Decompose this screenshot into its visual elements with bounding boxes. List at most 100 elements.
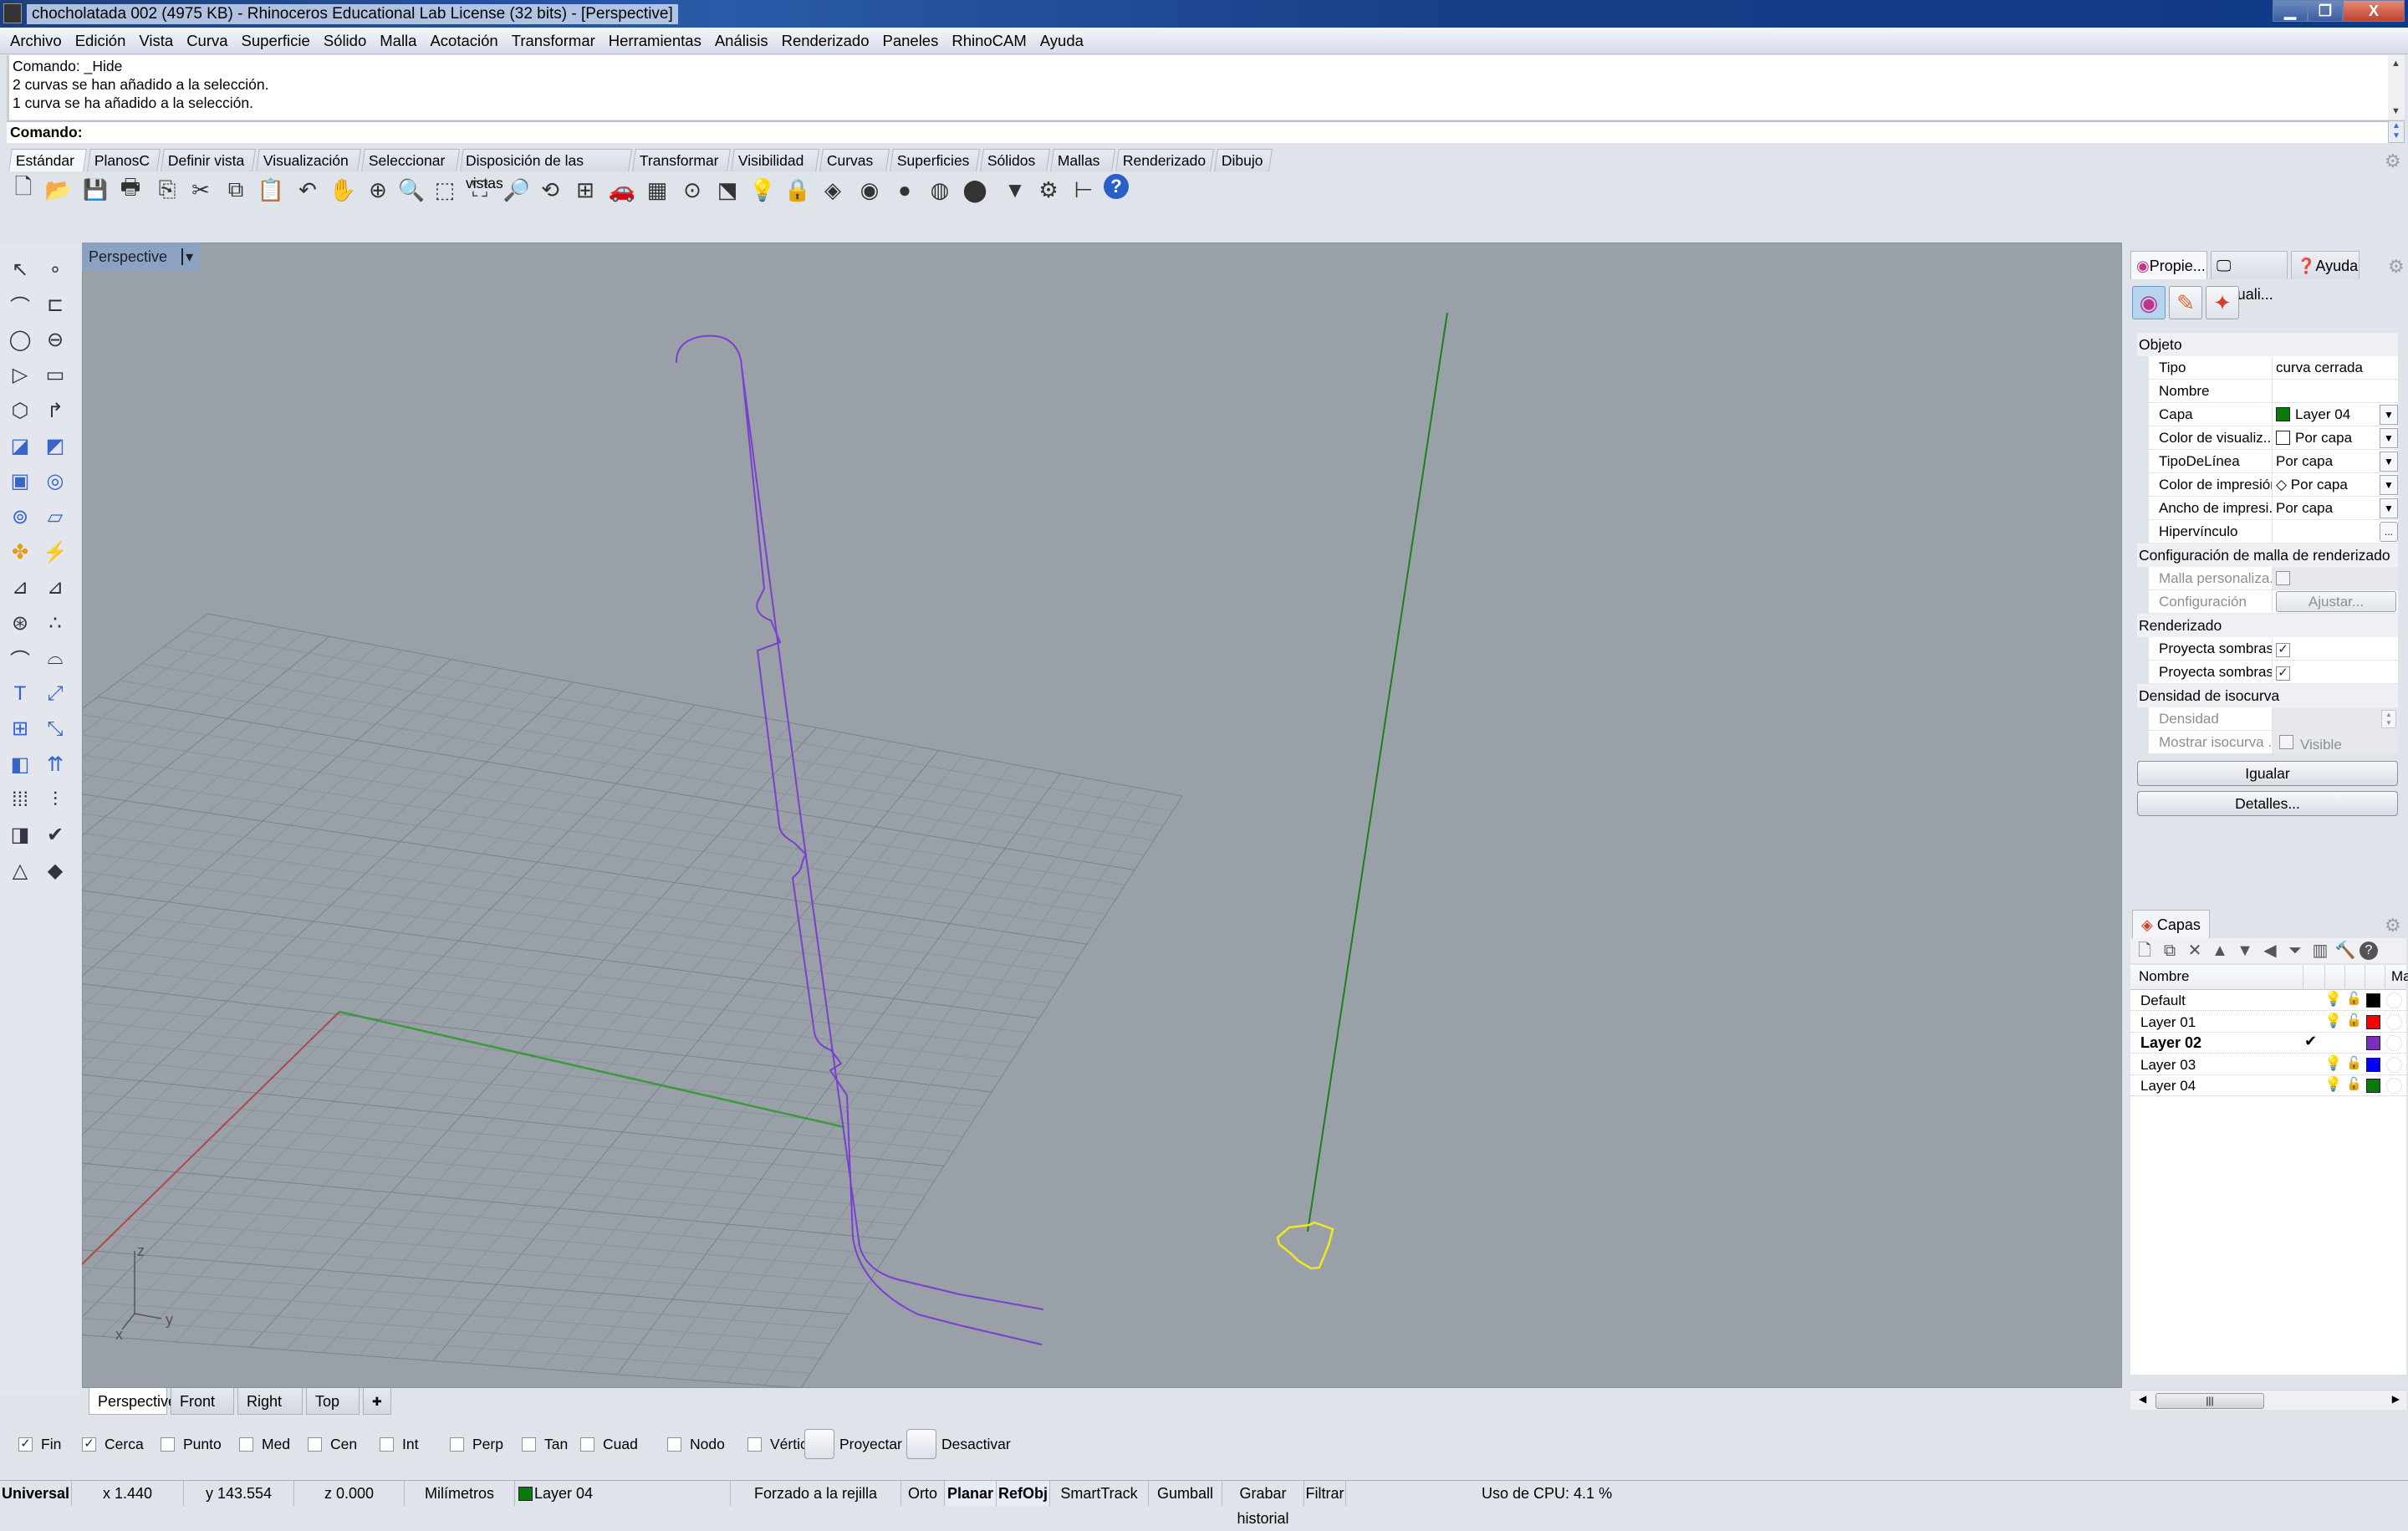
layer-material-icon[interactable] <box>2386 1013 2402 1030</box>
current-layer-indicator[interactable]: Layer 04 <box>515 1481 731 1506</box>
view-tab-front[interactable]: Front <box>171 1388 234 1415</box>
osnap-checkbox[interactable] <box>380 1437 394 1452</box>
scroll-thumb[interactable]: ||| <box>2155 1393 2264 1409</box>
ellipse-icon[interactable]: ⊖ <box>38 324 72 357</box>
array-icon[interactable]: ⊞ <box>3 712 37 746</box>
rotate-view-icon[interactable]: ⊕ <box>363 174 393 206</box>
layer-material-icon[interactable] <box>2386 1056 2402 1073</box>
sphere-wire-icon[interactable]: ● <box>890 174 920 206</box>
osnap-int[interactable]: Int <box>380 1428 418 1460</box>
polyline-icon[interactable]: ⌒ <box>3 288 37 321</box>
tab-properties[interactable]: ◉Propie... <box>2130 251 2207 279</box>
osnap-proyectar-toggle[interactable]: Proyectar <box>804 1428 902 1460</box>
layer02-profile-curve[interactable] <box>675 334 1044 1345</box>
status-toggle-grabar-historial[interactable]: Grabar historial <box>1222 1481 1304 1527</box>
layer-row[interactable]: Layer 02 ✔ <box>2130 1033 2406 1054</box>
toolbar-tab-estandar[interactable]: Estándar <box>8 149 87 171</box>
current-layer-check-icon[interactable]: ✔ <box>2304 1033 2317 1050</box>
explode-icon[interactable]: ⚡ <box>38 535 72 569</box>
viewport-title[interactable]: Perspective ▾ <box>82 242 201 271</box>
toolbar-tab-disposicion-de-las-vistas[interactable]: Disposición de las vistas <box>460 149 632 191</box>
layer-name[interactable]: Layer 04 <box>2140 1075 2196 1096</box>
viewport-menu-dropdown-icon[interactable]: ▾ <box>181 248 194 265</box>
layer-material-icon[interactable] <box>2386 993 2402 1008</box>
paste-icon[interactable]: 📋 <box>256 174 286 206</box>
osnap-checkbox[interactable] <box>161 1437 175 1452</box>
dropdown-arrow-icon[interactable]: ▼ <box>2380 475 2398 495</box>
new-sublayer-icon[interactable]: ⧉ <box>2159 940 2181 962</box>
filter-icon[interactable]: ⏷ <box>2284 940 2306 962</box>
osnap-checkbox[interactable]: ✓ <box>18 1437 33 1452</box>
offset-curve-icon[interactable]: ⌒ <box>3 641 37 675</box>
toolbar-tab-seleccionar[interactable]: Seleccionar <box>361 149 460 171</box>
osnap-cen[interactable]: Cen <box>308 1428 357 1460</box>
osnap-checkbox[interactable] <box>747 1437 762 1452</box>
light-bulb-icon[interactable]: 💡 <box>747 174 778 206</box>
tools-icon[interactable]: 🔨 <box>2334 940 2356 962</box>
scroll-left-icon[interactable]: ◀ <box>2139 1393 2146 1405</box>
zoom-dynamic-icon[interactable]: 🔍 <box>396 174 426 206</box>
car-shaded-icon[interactable]: 🚗 <box>607 174 637 206</box>
toolbar-tab-solidos[interactable]: Sólidos <box>980 149 1050 171</box>
command-history[interactable]: Comando: _Hide 2 curvas se han añadido a… <box>7 55 2388 120</box>
material-button[interactable]: ✎ <box>2169 286 2202 319</box>
menu-rhinocam[interactable]: RhinoCAM <box>945 28 1033 54</box>
scale-icon[interactable]: ⤡ <box>38 712 72 746</box>
split-icon[interactable]: ⊿ <box>38 571 72 605</box>
status-toggle-orto[interactable]: Orto <box>901 1481 945 1506</box>
revolve-icon[interactable]: ⊚ <box>3 500 37 533</box>
layer04-vertical-line[interactable] <box>1307 312 1448 1232</box>
layers-horizontal-scrollbar[interactable]: ◀ ||| ▶ <box>2130 1390 2406 1410</box>
move-down-icon[interactable]: ▼ <box>2234 940 2256 962</box>
trim-icon[interactable]: ⊿ <box>3 571 37 605</box>
new-file-icon[interactable]: 🗋 <box>8 174 38 206</box>
tab-layers[interactable]: ◈ Capas <box>2132 910 2210 938</box>
move-up-icon[interactable]: ▲ <box>2209 940 2231 962</box>
visibility-bulb-icon[interactable]: 💡 <box>2324 1055 2342 1072</box>
menu-solido[interactable]: Sólido <box>317 28 373 54</box>
rectangle-icon[interactable]: ▭ <box>38 359 72 392</box>
osnap-cuad[interactable]: Cuad <box>580 1428 638 1460</box>
menu-edicion[interactable]: Edición <box>69 28 133 54</box>
status-toggle-smarttrack[interactable]: SmartTrack <box>1050 1481 1149 1506</box>
toolbar-tab-visibilidad[interactable]: Visibilidad <box>731 149 819 171</box>
osnap-nodo[interactable]: Nodo <box>667 1428 725 1460</box>
status-toggle-gumball[interactable]: Gumball <box>1149 1481 1222 1506</box>
layer-name[interactable]: Default <box>2140 990 2186 1011</box>
view-tab-perspective[interactable]: Perspective <box>89 1388 176 1415</box>
menu-renderizado[interactable]: Renderizado <box>775 28 876 54</box>
print-icon[interactable]: 🖶 <box>115 174 145 206</box>
sphere-icon[interactable]: ◎ <box>38 465 72 498</box>
polygon-center-icon[interactable]: ⬡ <box>3 394 37 427</box>
status-toggle-forzado-a-la-rejilla[interactable]: Forzado a la rejilla <box>731 1481 901 1506</box>
box-icon[interactable]: ▣ <box>3 465 37 498</box>
layer-name[interactable]: Layer 02 <box>2140 1033 2201 1054</box>
layer-row[interactable]: Default 💡 🔓 <box>2130 990 2406 1011</box>
osnap-fin[interactable]: ✓ Fin <box>18 1428 61 1460</box>
fillet-curve-icon[interactable]: ↱ <box>38 394 72 427</box>
boolean-union-icon[interactable]: ✤ <box>3 535 37 569</box>
osnap-checkbox[interactable] <box>667 1437 681 1452</box>
menu-paneles[interactable]: Paneles <box>875 28 945 54</box>
point-icon[interactable]: ∘ <box>38 253 72 286</box>
toolbar-settings-gear-icon[interactable]: ⚙ <box>2385 151 2401 172</box>
help-icon[interactable]: ? <box>1104 174 1129 199</box>
osnap-punto[interactable]: Punto <box>161 1428 222 1460</box>
mirror-icon[interactable]: ⫶ <box>38 783 72 817</box>
toolbar-tab-planosc[interactable]: PlanosC <box>87 149 161 171</box>
delete-icon[interactable]: ✕ <box>2184 940 2206 962</box>
primitive-solids-icon[interactable]: △ <box>3 854 37 887</box>
panel-settings-gear-icon[interactable]: ⚙ <box>2388 256 2405 278</box>
osnap-checkbox[interactable] <box>308 1437 322 1452</box>
save-icon[interactable]: 💾 <box>80 174 110 206</box>
dropdown-arrow-icon[interactable]: ▼ <box>2380 498 2398 518</box>
pan-hand-icon[interactable]: ✋ <box>328 174 358 206</box>
toolbar-tab-transformar[interactable]: Transformar <box>632 149 731 171</box>
show-isocurves-checkbox[interactable] <box>2279 735 2293 749</box>
layer-row[interactable]: Layer 03 💡 🔓 <box>2130 1054 2406 1075</box>
visibility-bulb-icon[interactable]: 💡 <box>2324 1013 2342 1029</box>
osnap-checkbox[interactable] <box>239 1437 253 1452</box>
layer-material-icon[interactable] <box>2386 1078 2402 1095</box>
point-on-icon[interactable]: ⊙ <box>677 174 707 206</box>
visibility-bulb-icon[interactable]: 💡 <box>2324 1076 2342 1093</box>
